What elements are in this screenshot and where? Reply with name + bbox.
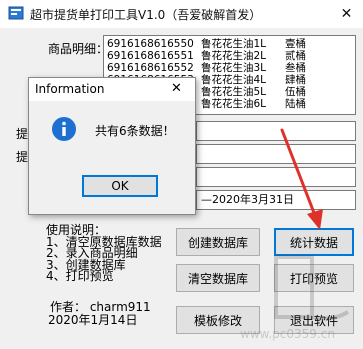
svg-text:www.pc0359.cn: www.pc0359.cn <box>240 327 335 341</box>
product-name: 鲁花花生油3L <box>201 62 267 74</box>
app-icon <box>8 6 24 20</box>
product-code: 6916168616551 <box>107 50 194 62</box>
field-label-1: 提 <box>16 127 29 141</box>
product-unit: 壹桶 <box>285 38 306 50</box>
title-bar: 超市提货单打印工具V1.0（吾爱破解首发） ✕ <box>0 0 363 28</box>
product-code: 6916168616552 <box>107 62 194 74</box>
product-name: 鲁花花生油2L <box>201 50 267 62</box>
main-window: 超市提货单打印工具V1.0（吾爱破解首发） ✕ 商品明细： 6916168616… <box>0 0 363 349</box>
product-name: 鲁花花生油4L <box>201 74 267 86</box>
window-title: 超市提货单打印工具V1.0（吾爱破解首发） <box>30 8 262 22</box>
product-unit: 伍桶 <box>285 86 306 98</box>
field-label-2: 提 <box>16 150 29 164</box>
usage-instructions: 使用说明： 1、清空原数据库数据 2、录入商品明细 3、创建数据库 4、打印预览 <box>46 224 162 283</box>
product-name: 鲁花花生油1L <box>201 38 267 50</box>
information-dialog: Information ✕ 共有6条数据！ OK <box>28 77 196 215</box>
watermark-logo: www.pc0359.cn <box>240 255 350 341</box>
info-icon <box>52 117 76 141</box>
ok-button[interactable]: OK <box>82 175 158 197</box>
usage-step: 4、打印预览 <box>46 269 114 283</box>
product-label: 商品明细： <box>48 42 109 56</box>
product-unit: 叁桶 <box>285 62 306 74</box>
product-unit: 陆桶 <box>285 98 306 110</box>
dialog-title: Information <box>35 82 105 96</box>
dialog-title-bar: Information ✕ <box>29 78 195 101</box>
product-code: 6916168616550 <box>107 38 194 50</box>
product-unit: 贰桶 <box>285 50 306 62</box>
author-date: 2020年1月14日 <box>48 313 138 327</box>
red-arrow-annotation <box>280 128 323 230</box>
product-name: 鲁花花生油6L <box>201 98 267 110</box>
dialog-close-button[interactable]: ✕ <box>171 81 182 96</box>
dialog-message: 共有6条数据！ <box>95 124 175 138</box>
product-unit: 肆桶 <box>285 74 306 86</box>
close-button[interactable]: ✕ <box>330 0 363 28</box>
product-name: 鲁花花生油5L <box>201 86 267 98</box>
